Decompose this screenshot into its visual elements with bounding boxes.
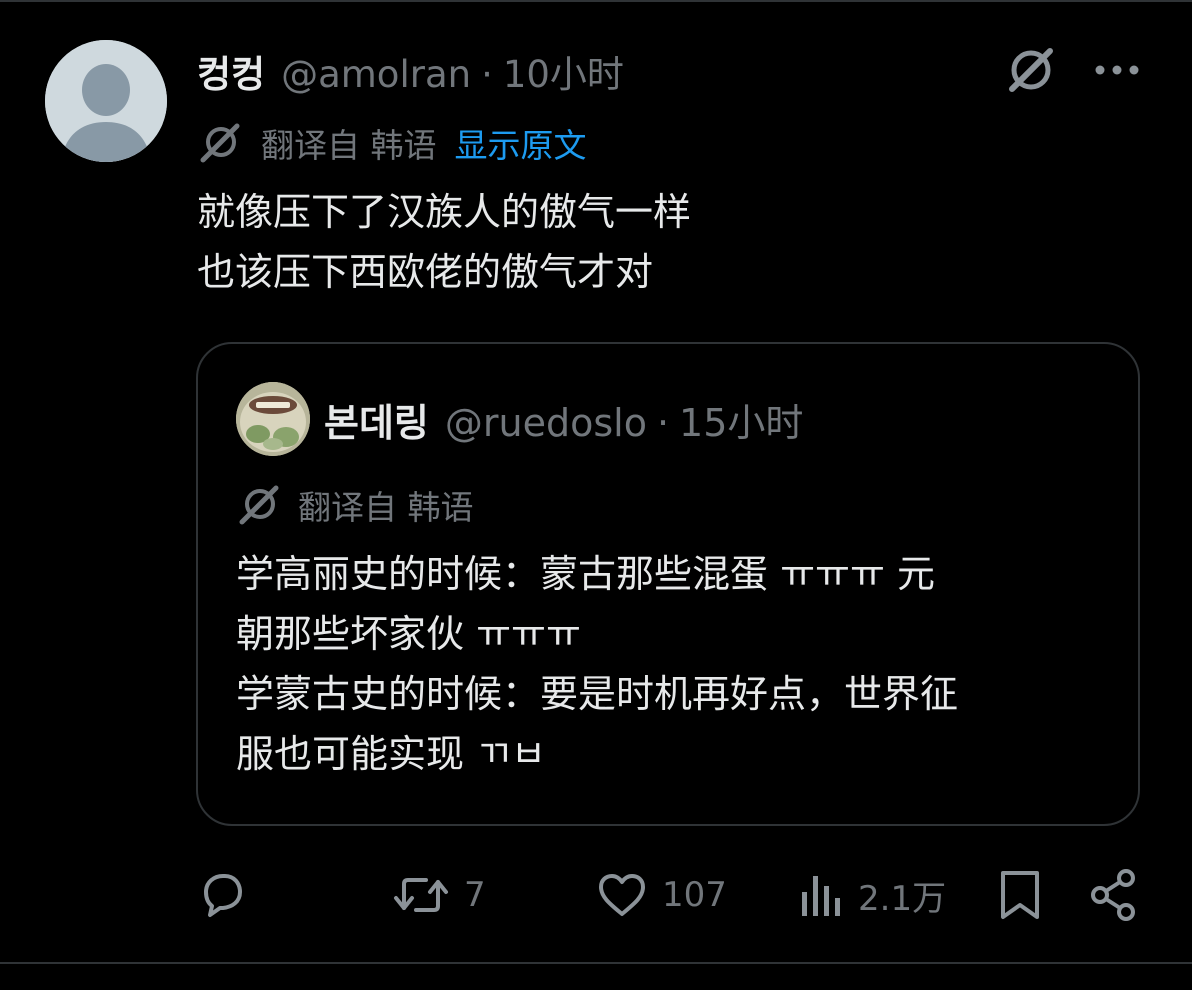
author-display-name[interactable]: 컹컹 [197, 44, 265, 98]
views-button[interactable]: 2.1万 [798, 860, 946, 930]
quoted-post-header: 본데링 @ruedoslo · 15小时 [324, 392, 803, 445]
post-text-line: 也该压下西欧佬的傲气才对 [197, 250, 654, 294]
quoted-text-line: 朝那些坏家伙 ㅠㅠㅠ [236, 612, 581, 656]
like-count: 107 [662, 875, 727, 915]
grok-button[interactable] [1003, 42, 1059, 98]
bookmark-button[interactable] [996, 860, 1044, 930]
quoted-author-display-name: 본데링 [324, 401, 429, 445]
more-dots-icon [1095, 65, 1139, 75]
quoted-translation-row: 翻译自 韩语 [236, 482, 474, 528]
quoted-post-text: 学高丽史的时候：蒙古那些混蛋 ㅠㅠㅠ 元 朝那些坏家伙 ㅠㅠㅠ 学蒙古史的时候：… [236, 544, 1116, 784]
share-icon [1091, 869, 1135, 921]
grok-translate-icon [197, 120, 243, 166]
quoted-text-line: 学高丽史的时候：蒙古那些混蛋 ㅠㅠㅠ 元 [236, 552, 936, 596]
top-divider [0, 0, 1192, 2]
quoted-author-handle: @ruedoslo [444, 401, 647, 445]
author-handle[interactable]: @amolran [281, 53, 471, 96]
grok-translate-icon [236, 482, 282, 528]
bookmark-icon [1001, 871, 1039, 919]
post-text-line: 就像压下了汉族人的傲气一样 [197, 190, 692, 234]
heart-icon [599, 874, 645, 916]
grok-icon [1009, 48, 1053, 92]
views-count: 2.1万 [858, 878, 947, 919]
views-icon [802, 876, 840, 916]
separator-dot: · [481, 53, 493, 96]
quoted-author-avatar [236, 382, 310, 456]
reply-icon [204, 874, 242, 917]
post-header: 컹컹 @amolran · 10小时 [197, 44, 624, 96]
quoted-post-card[interactable]: 본데링 @ruedoslo · 15小时 翻译自 韩语 学高丽史的时候：蒙古那些… [196, 342, 1140, 826]
repost-count: 7 [464, 875, 486, 915]
action-bar: 7 107 2.1万 [0, 860, 1192, 930]
quoted-text-line: 服也可能实现 ㄲㅂ [236, 732, 546, 776]
repost-button[interactable]: 7 [392, 860, 486, 930]
bottom-divider [0, 962, 1192, 964]
show-original-link[interactable]: 显示原文 [455, 119, 587, 167]
share-button[interactable] [1088, 860, 1140, 930]
reply-button[interactable] [196, 860, 248, 930]
translation-row: 翻译自 韩语 显示原文 [197, 120, 587, 166]
quoted-post-timestamp: 15小时 [679, 401, 804, 445]
post-text: 就像压下了汉族人的傲气一样 也该压下西欧佬的傲气才对 [197, 182, 1127, 302]
quoted-text-line: 学蒙古史的时候：要是时机再好点，世界征 [236, 672, 959, 716]
repost-icon [394, 878, 448, 912]
like-button[interactable]: 107 [596, 860, 727, 930]
author-avatar[interactable] [45, 40, 167, 162]
more-options-button[interactable] [1090, 50, 1144, 90]
separator-dot: · [656, 401, 670, 445]
translated-from-label: 翻译自 韩语 [261, 126, 437, 165]
post-timestamp[interactable]: 10小时 [503, 44, 624, 98]
translated-from-label: 翻译自 韩语 [298, 488, 474, 527]
